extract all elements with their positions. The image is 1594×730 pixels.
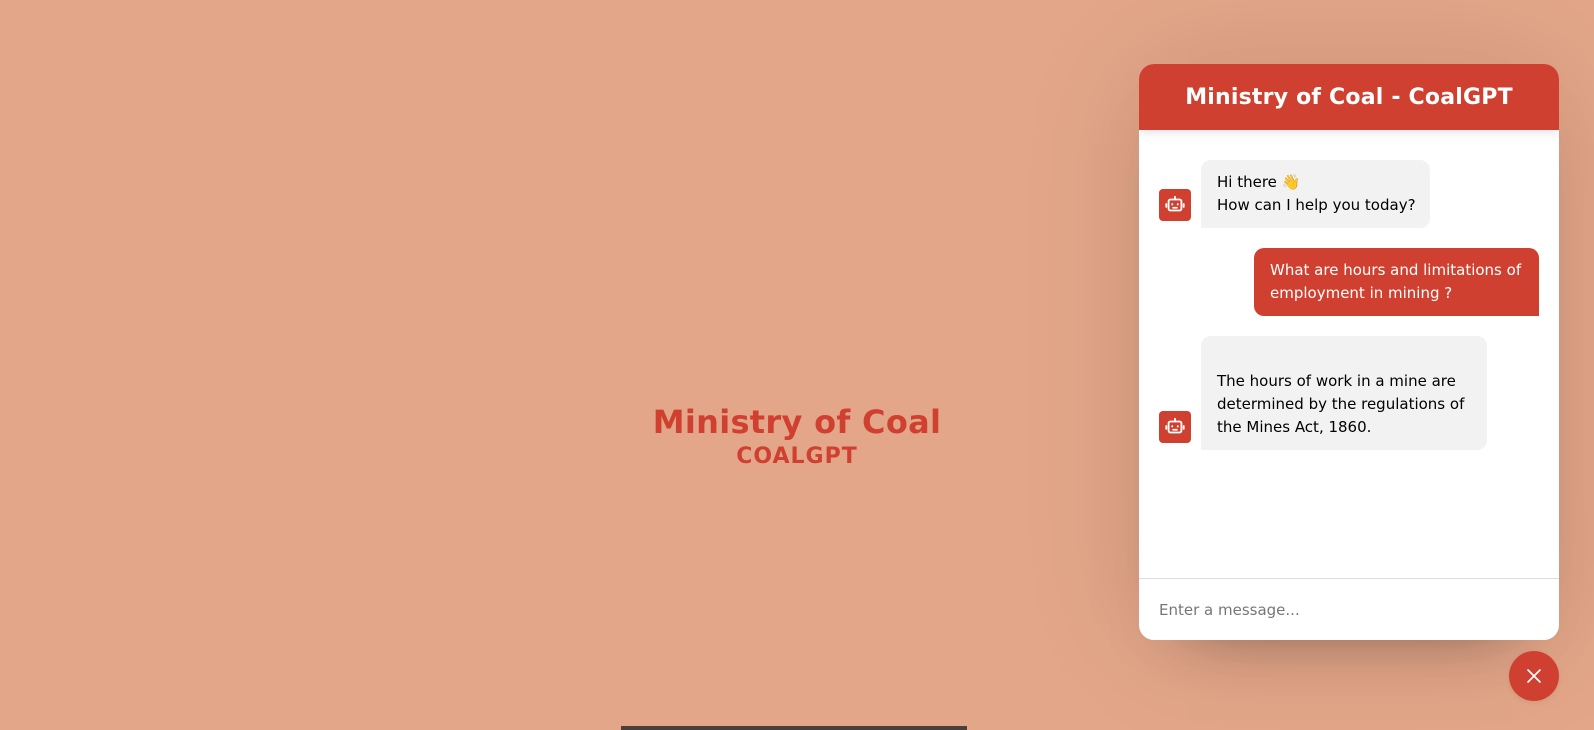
chat-message-outgoing: What are hours and limitations of employ… — [1159, 248, 1539, 316]
close-icon — [1525, 667, 1543, 685]
chatbot-window: Ministry of Coal - CoalGPT Hi there 👋 Ho… — [1139, 64, 1559, 640]
message-line: The hours of work in a mine are — [1217, 372, 1456, 390]
chat-header: Ministry of Coal - CoalGPT — [1139, 64, 1559, 130]
chat-message-list: Hi there 👋 How can I help you today? Wha… — [1139, 130, 1559, 578]
message-line: determined by the regulations of — [1217, 395, 1465, 413]
chatbot-toggle-button[interactable] — [1509, 651, 1559, 701]
message-line: How can I help you today? — [1217, 196, 1416, 214]
chat-message-incoming: The hours of work in a mine are determin… — [1159, 336, 1539, 450]
message-line: Hi there 👋 — [1217, 173, 1301, 191]
robot-icon — [1159, 411, 1191, 443]
message-bubble: The hours of work in a mine are determin… — [1201, 336, 1487, 450]
message-bubble: Hi there 👋 How can I help you today? — [1201, 160, 1430, 228]
message-input[interactable] — [1159, 597, 1539, 622]
message-bubble: What are hours and limitations of employ… — [1254, 248, 1539, 316]
chat-message-incoming: Hi there 👋 How can I help you today? — [1159, 160, 1539, 228]
chat-input-area — [1139, 578, 1559, 640]
robot-icon — [1159, 189, 1191, 221]
bottom-bar — [621, 726, 967, 730]
message-line: What are hours and limitations of — [1270, 261, 1522, 279]
message-line: employment in mining ? — [1270, 284, 1453, 302]
chat-header-title: Ministry of Coal - CoalGPT — [1185, 84, 1513, 110]
message-line: the Mines Act, 1860. — [1217, 418, 1372, 436]
